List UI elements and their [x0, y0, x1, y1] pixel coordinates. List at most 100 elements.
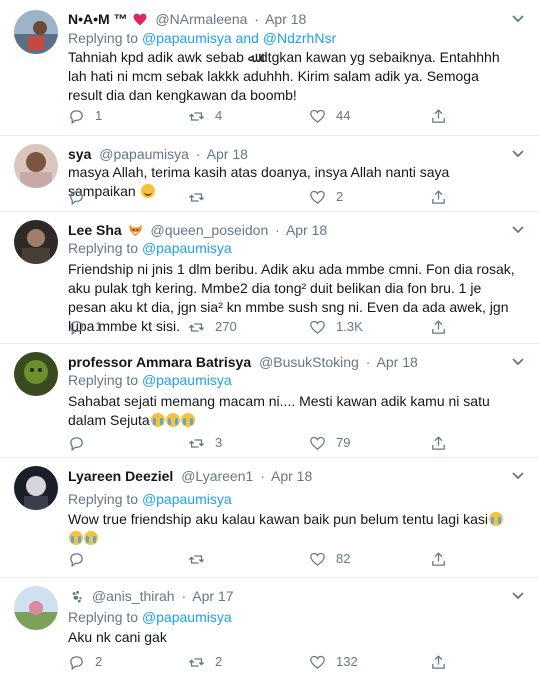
caret-down-icon[interactable]	[511, 14, 525, 24]
heart-icon	[134, 13, 147, 26]
reply-icon	[70, 436, 83, 451]
retweet-button[interactable]: 3	[188, 434, 222, 452]
replying-to: Replying to @papaumisya and @NdzrhNsr	[68, 29, 336, 47]
caret-down-icon[interactable]	[511, 149, 525, 159]
retweet-count: 3	[215, 435, 223, 450]
share-button[interactable]	[430, 653, 447, 671]
share-icon	[432, 435, 445, 450]
like-count: 132	[336, 654, 358, 669]
avatar[interactable]	[14, 144, 58, 188]
reply-count: 2	[95, 654, 103, 669]
share-button[interactable]	[430, 318, 447, 336]
avatar[interactable]	[14, 586, 58, 630]
share-button[interactable]	[430, 434, 447, 452]
author-handle[interactable]: @BusukStoking	[259, 354, 359, 370]
separator-dot: ·	[260, 468, 265, 484]
separator-dot: ·	[254, 11, 259, 27]
caret-down-icon[interactable]	[511, 471, 525, 481]
like-button[interactable]: 132	[309, 653, 358, 671]
author-name[interactable]: professor Ammara Batrisya	[68, 354, 251, 370]
reply-button[interactable]	[68, 550, 95, 568]
fox-face-icon	[128, 224, 142, 237]
tweet-date[interactable]: Apr 18	[377, 354, 418, 370]
tweet[interactable]: professor Ammara Batrisya @BusukStoking …	[0, 344, 539, 458]
share-icon	[432, 319, 445, 334]
like-button[interactable]: 2	[309, 188, 343, 206]
retweet-button[interactable]	[188, 188, 215, 206]
reply-button[interactable]: 1	[68, 107, 102, 125]
like-button[interactable]: 1.3K	[309, 318, 363, 336]
author-name[interactable]: Lyareen Deeziel	[68, 468, 173, 484]
author-handle[interactable]: @anis_thirah	[92, 588, 175, 604]
avatar[interactable]	[14, 220, 58, 264]
share-icon	[432, 189, 445, 204]
retweet-icon	[188, 657, 205, 667]
tweet-actions: 2 2 132	[68, 653, 468, 671]
tweet-date[interactable]: Apr 18	[265, 11, 306, 27]
crying-face-emoji	[165, 413, 180, 427]
replying-to-label: Replying to	[68, 240, 142, 256]
reply-icon	[70, 552, 83, 567]
author-handle[interactable]: @queen_poseidon	[150, 222, 268, 238]
like-icon	[310, 436, 325, 450]
avatar[interactable]	[14, 466, 58, 510]
face-with-tears-of-joy-emoji	[488, 512, 503, 526]
retweet-button[interactable]: 2	[188, 653, 222, 671]
tweet[interactable]: N•A•M ™ @NArmaleena · Apr 18 Replying to…	[0, 0, 539, 136]
tweet[interactable]: @anis_thirah · Apr 17 Replying to @papau…	[0, 578, 539, 676]
caret-down-icon[interactable]	[511, 225, 525, 235]
replying-to-users[interactable]: @papaumisya	[142, 609, 232, 625]
share-button[interactable]	[430, 188, 447, 206]
retweet-icon	[188, 438, 205, 448]
tweet-text: Wow true friendship aku kalau kawan baik…	[68, 510, 516, 548]
retweet-button[interactable]: 4	[188, 107, 222, 125]
author-name[interactable]: sya	[68, 146, 91, 162]
separator-dot: ·	[195, 146, 201, 162]
reply-button[interactable]	[68, 188, 95, 206]
retweet-count: 2	[215, 654, 223, 669]
replying-to-users[interactable]: @papaumisya and @NdzrhNsr	[142, 30, 336, 46]
reply-button[interactable]: 2	[68, 653, 102, 671]
tweet-actions: 1 270 1.3K	[68, 318, 468, 336]
author-handle[interactable]: @NArmaleena	[155, 11, 247, 27]
separator-dot: ·	[365, 354, 371, 370]
caret-down-icon[interactable]	[511, 591, 525, 601]
tweet-date[interactable]: Apr 17	[192, 588, 233, 604]
author-handle[interactable]: @papaumisya	[99, 146, 189, 162]
reply-button[interactable]	[68, 434, 95, 452]
like-button[interactable]: 82	[309, 550, 350, 568]
reply-count: 1	[95, 319, 103, 334]
tweet-date[interactable]: Apr 18	[207, 146, 248, 162]
tweet[interactable]: sya @papaumisya · Apr 18 masya Allah, te…	[0, 136, 539, 212]
tweet-actions: 1 4 44	[68, 107, 468, 125]
face-with-tears-of-joy-emoji	[69, 531, 83, 545]
retweet-icon	[188, 192, 205, 202]
share-icon	[432, 551, 445, 566]
tweet-date[interactable]: Apr 18	[286, 222, 327, 238]
separator-dot: ·	[181, 588, 187, 604]
caret-down-icon[interactable]	[511, 357, 525, 367]
avatar[interactable]	[14, 10, 58, 54]
share-button[interactable]	[430, 107, 447, 125]
replying-to-label: Replying to	[68, 491, 142, 507]
retweet-button[interactable]: 270	[188, 318, 237, 336]
like-icon	[310, 109, 325, 123]
tweet-text-content: Wow true friendship aku kalau kawan baik…	[68, 511, 488, 527]
author-handle[interactable]: @Lyareen1	[181, 468, 253, 484]
replying-to-users[interactable]: @papaumisya	[142, 491, 232, 507]
author-name[interactable]: N•A•M ™	[68, 11, 128, 27]
tweet[interactable]: Lyareen Deeziel @Lyareen1 · Apr 18 Reply…	[0, 458, 539, 578]
like-button[interactable]: 44	[309, 107, 350, 125]
replying-to-users[interactable]: @papaumisya	[142, 240, 232, 256]
author-name[interactable]: Lee Sha	[68, 222, 122, 238]
avatar[interactable]	[14, 352, 58, 396]
share-button[interactable]	[430, 550, 447, 568]
replying-to: Replying to @papaumisya	[68, 608, 232, 626]
tweet[interactable]: Lee Sha @queen_poseidon · Apr 18 Replyin…	[0, 212, 539, 344]
like-button[interactable]: 79	[309, 434, 350, 452]
tweet-date[interactable]: Apr 18	[271, 468, 312, 484]
retweet-button[interactable]	[188, 550, 215, 568]
reply-button[interactable]: 1	[68, 318, 102, 336]
tweet-text: Tahniah kpd adik awk sebab ﷲ dtgkan kawa…	[68, 48, 516, 105]
replying-to-users[interactable]: @papaumisya	[142, 372, 232, 388]
